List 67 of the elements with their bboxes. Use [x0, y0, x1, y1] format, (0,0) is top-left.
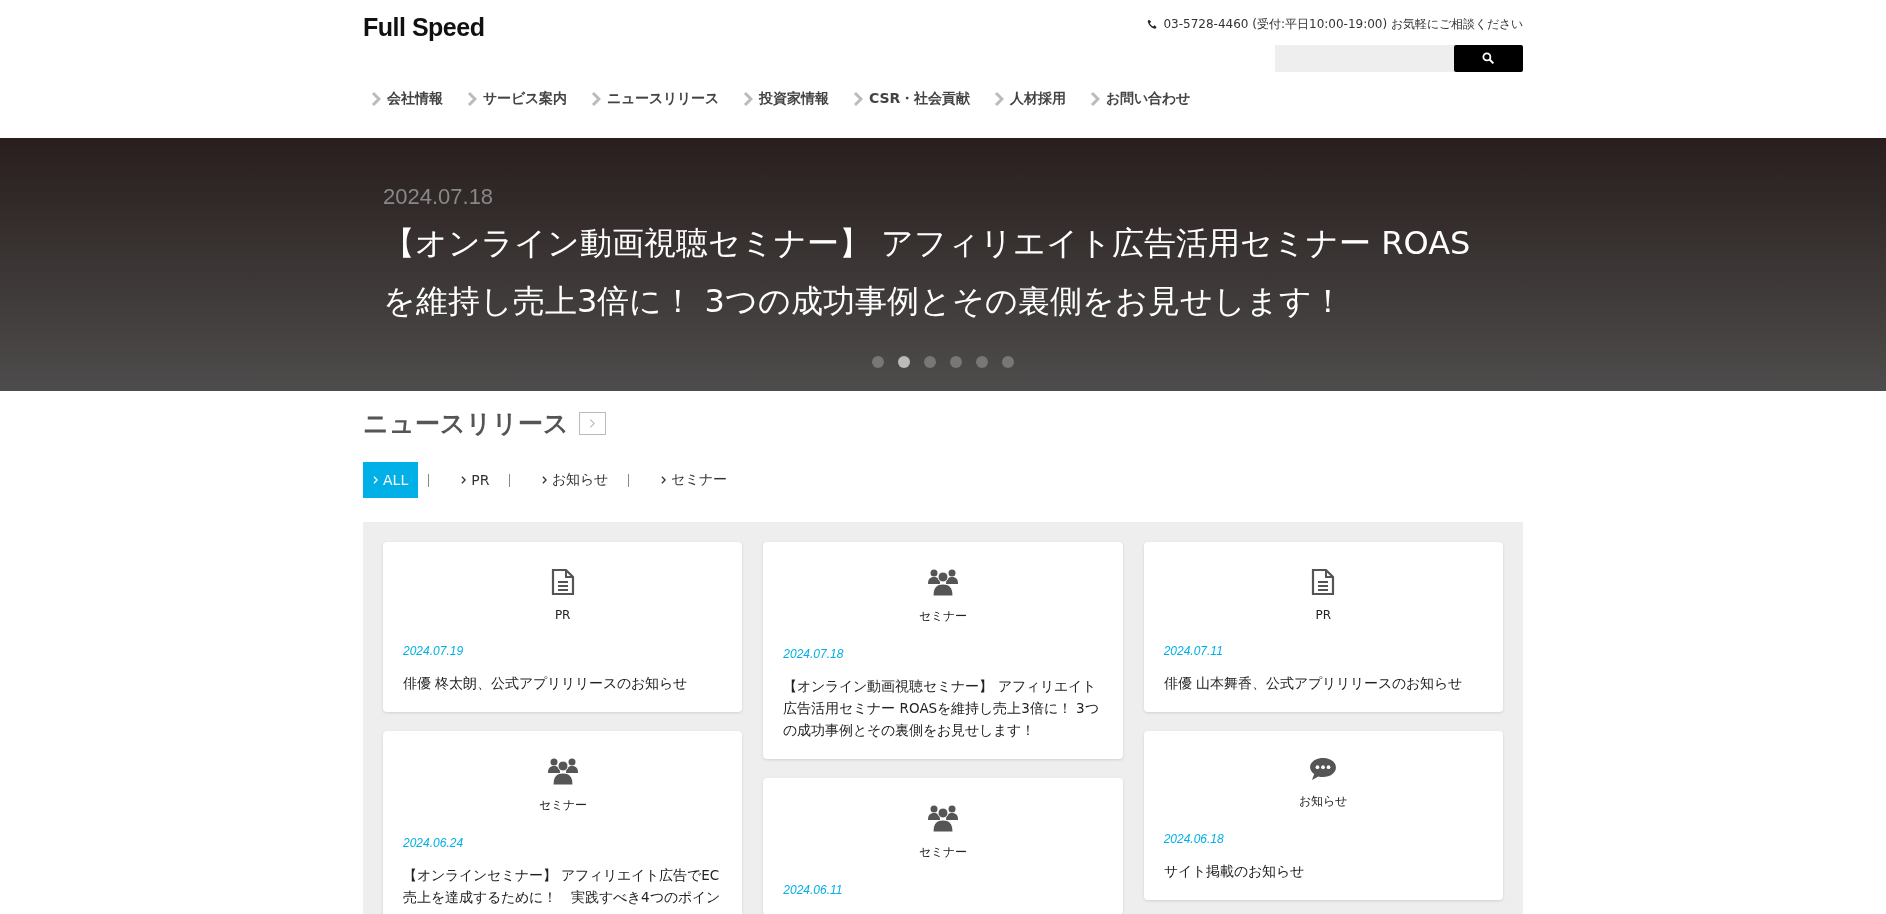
- card-date: 2024.07.18: [783, 647, 845, 661]
- chevron-icon: [467, 91, 477, 107]
- carousel-dot[interactable]: [898, 356, 910, 368]
- contact-info: 03-5728-4460 (受付:平日10:00-19:00) お気軽にご相談ください: [1163, 16, 1523, 33]
- carousel-dot[interactable]: [924, 356, 936, 368]
- chevron-icon: [994, 91, 1005, 107]
- people-icon: [928, 568, 958, 596]
- chevron-icon: [373, 476, 378, 484]
- news-card[interactable]: PR 2024.07.19 俳優 柊太朗、公式アプリリリースのお知らせ: [383, 542, 743, 712]
- card-category: お知らせ: [1298, 793, 1349, 810]
- card-category: セミナー: [918, 608, 968, 625]
- search-button[interactable]: [1454, 45, 1523, 72]
- chevron-icon: [461, 476, 467, 484]
- nav-link[interactable]: CSR・社会貢献: [853, 90, 971, 108]
- chevron-icon: [853, 91, 863, 107]
- more-button[interactable]: [579, 412, 606, 435]
- filter-tab[interactable]: セミナー: [651, 462, 738, 498]
- carousel-dot[interactable]: [872, 356, 884, 368]
- chevron-icon: [542, 476, 548, 484]
- chevron-icon: [743, 91, 753, 107]
- news-card[interactable]: セミナー 2024.06.11: [763, 778, 1123, 914]
- chevron-icon: [591, 91, 601, 107]
- filter-tab[interactable]: お知らせ: [532, 462, 619, 498]
- nav-link[interactable]: 人材採用: [994, 90, 1067, 108]
- nav-link[interactable]: 会社情報: [371, 90, 443, 108]
- site-logo[interactable]: Full Speed: [363, 13, 485, 42]
- people-icon: [928, 804, 958, 832]
- card-category: セミナー: [918, 844, 968, 861]
- hero-headline[interactable]: 【オンライン動画視聴セミナー】 アフィリエイト広告活用セミナー ROAS を維持し売上3倍に！ 3つの成功事例とその裏側をお見せします！: [383, 214, 1503, 330]
- people-icon: [547, 757, 578, 785]
- search-icon: [1482, 52, 1495, 65]
- chevron-icon: [1090, 91, 1101, 107]
- news-card[interactable]: PR 2024.07.11 俳優 山本舞香、公式アプリリリースのお知らせ: [1143, 542, 1503, 712]
- news-card[interactable]: お知らせ 2024.06.18 サイト掲載のお知らせ: [1143, 731, 1503, 900]
- card-title[interactable]: 俳優 柊太朗、公式アプリリリースのお知らせ: [403, 672, 723, 694]
- nav-link[interactable]: ニュースリリース: [591, 90, 719, 108]
- document-icon: [1311, 568, 1336, 596]
- phone-icon: [1147, 19, 1159, 30]
- card-date: 2024.06.18: [1163, 832, 1225, 846]
- carousel-dot[interactable]: [976, 356, 988, 368]
- card-title[interactable]: 俳優 山本舞香、公式アプリリリースのお知らせ: [1163, 672, 1483, 694]
- nav-link[interactable]: お問い合わせ: [1090, 90, 1191, 108]
- hero-date: 2024.07.18: [383, 184, 495, 210]
- card-date: 2024.07.19: [403, 644, 465, 658]
- nav-link[interactable]: 投資家情報: [743, 90, 829, 108]
- filter-tab[interactable]: PR: [451, 462, 500, 498]
- card-title[interactable]: サイト掲載のお知らせ: [1163, 860, 1483, 882]
- nav-link[interactable]: サービス案内: [467, 90, 567, 108]
- news-card[interactable]: セミナー 2024.07.18 【オンライン動画視聴セミナー】 アフィリエイト広告活用セミナー ROASを維持し売上3倍に！ 3つの成功事例とその裏側をお見せします！: [763, 542, 1123, 759]
- card-date: 2024.06.11: [783, 883, 844, 897]
- chevron-icon: [661, 476, 667, 484]
- chevron-icon: [371, 91, 381, 107]
- section-title: ニュースリリース: [363, 408, 569, 440]
- news-card[interactable]: セミナー 2024.06.24 【オンラインセミナー】 アフィリエイト広告でEC売上を達成するために！ 実践すべき4つのポイン: [383, 731, 743, 914]
- carousel-dot[interactable]: [1002, 356, 1014, 368]
- card-title[interactable]: 【オンライン動画視聴セミナー】 アフィリエイト広告活用セミナー ROASを維持し売上3倍に！ 3つの成功事例とその裏側をお見せします！: [783, 675, 1103, 741]
- search-field[interactable]: [1275, 45, 1454, 72]
- card-category: セミナー: [537, 797, 588, 814]
- card-category: PR: [1314, 608, 1333, 622]
- chevron-icon: [589, 418, 596, 429]
- card-date: 2024.07.11: [1163, 644, 1224, 658]
- card-title[interactable]: 【オンラインセミナー】 アフィリエイト広告でEC売上を達成するために！ 実践すべき4つのポイン: [403, 864, 723, 908]
- card-category: PR: [553, 608, 572, 622]
- card-date: 2024.06.24: [403, 836, 465, 850]
- document-icon: [550, 568, 575, 596]
- carousel-dot[interactable]: [950, 356, 962, 368]
- speech-bubble-icon: [1309, 757, 1338, 781]
